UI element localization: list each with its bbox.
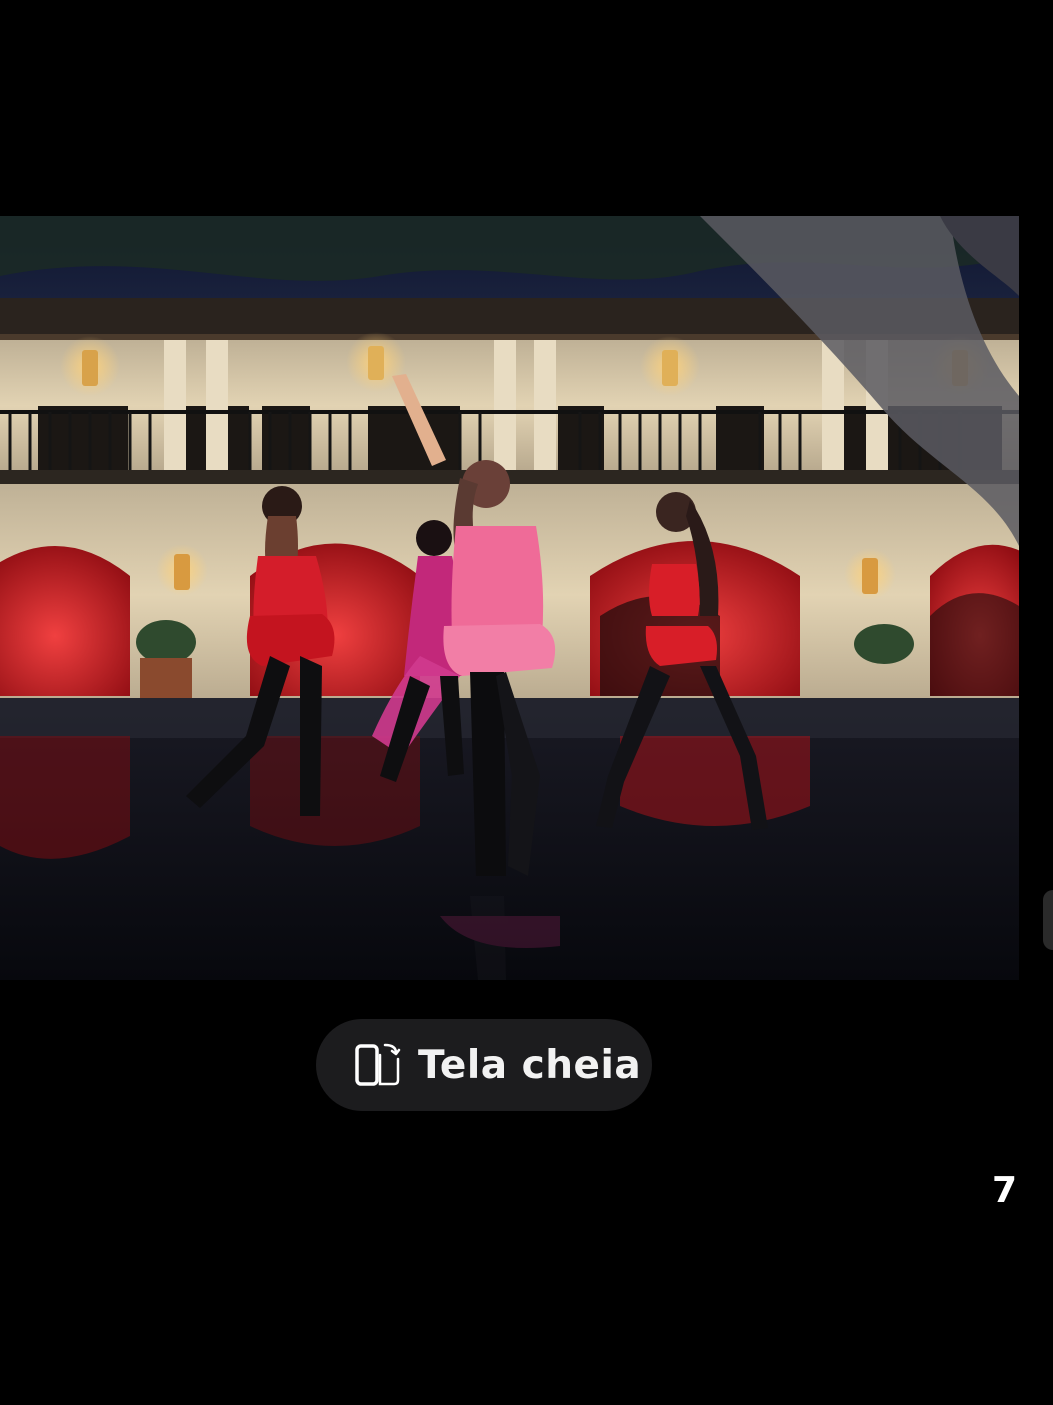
video-player[interactable] [0,216,1019,980]
video-frame-image [0,216,1019,980]
page-counter: 7 [991,1170,1017,1211]
edge-handle[interactable] [1043,890,1053,950]
rotate-phone-icon [354,1042,402,1088]
fullscreen-label: Tela cheia [418,1042,642,1088]
fullscreen-button[interactable]: Tela cheia [316,1019,652,1111]
